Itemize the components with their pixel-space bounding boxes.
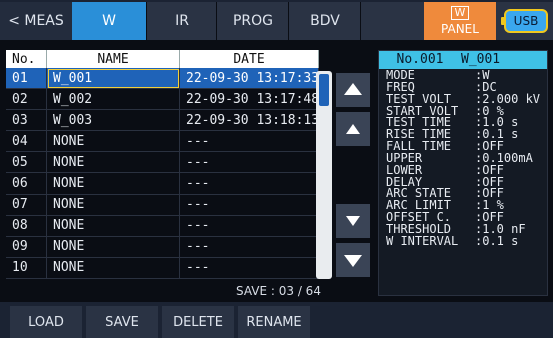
bottom-action-bar: LOAD SAVE DELETE RENAME [0, 302, 553, 338]
row-date: --- [179, 236, 319, 258]
save-count: SAVE : 03 / 64 [236, 284, 321, 298]
tab-empty [360, 2, 425, 40]
line-up-button[interactable] [336, 112, 370, 146]
row-name: NONE [46, 172, 180, 195]
double-up-arrow-icon [344, 83, 362, 95]
row-name: NONE [46, 215, 180, 237]
page-down-button[interactable] [336, 243, 370, 277]
table-row[interactable]: 03 W_003 22-09-30 13:18:13 [6, 109, 319, 132]
tab-bdv[interactable]: BDV [288, 2, 361, 40]
row-no: 05 [6, 151, 47, 174]
page-up-button[interactable] [336, 73, 370, 107]
row-no: 03 [6, 109, 47, 132]
double-down-arrow-icon [344, 255, 362, 267]
table-row[interactable]: 01 W_001 22-09-30 13:17:33 [6, 68, 319, 90]
file-detail-panel: No.001 W_001 MODE:W FREQ:DC TEST VOLT:2.… [378, 50, 548, 296]
row-name: NONE [46, 151, 180, 174]
row-date: --- [179, 194, 319, 216]
detail-header: No.001 W_001 [379, 51, 547, 69]
panel-label: PANEL [441, 22, 479, 36]
table-row[interactable]: 10 NONE --- [6, 257, 319, 280]
tab-w[interactable]: W [72, 2, 146, 40]
tab-meas[interactable]: < MEAS [0, 2, 73, 40]
table-row[interactable]: 08 NONE --- [6, 215, 319, 237]
row-name: NONE [46, 257, 180, 280]
header-no: No. [6, 50, 47, 68]
param-key: W INTERVAL [386, 233, 459, 248]
row-no: 01 [6, 68, 47, 90]
table-row[interactable]: 09 NONE --- [6, 236, 319, 258]
row-date: --- [179, 130, 319, 153]
delete-button[interactable]: DELETE [162, 306, 234, 338]
line-down-button[interactable] [336, 204, 370, 238]
table-row[interactable]: 07 NONE --- [6, 194, 319, 216]
table-header-row: No. NAME DATE [6, 50, 319, 68]
header-name: NAME [46, 50, 180, 68]
row-date: 22-09-30 13:18:13 [179, 109, 319, 132]
panel-button[interactable]: W PANEL [424, 2, 496, 40]
row-no: 09 [6, 236, 47, 258]
down-arrow-icon [346, 216, 360, 226]
tab-prog[interactable]: PROG [216, 2, 289, 40]
row-date: --- [179, 215, 319, 237]
table-row[interactable]: 02 W_002 22-09-30 13:17:48 [6, 88, 319, 111]
row-date: --- [179, 151, 319, 174]
usb-label: USB [513, 14, 539, 28]
param-value: :0.1 s [475, 233, 519, 248]
row-name: W_002 [46, 88, 180, 111]
row-name: NONE [46, 236, 180, 258]
param-row: W INTERVAL :0.1 s [386, 233, 540, 248]
table-row[interactable]: 04 NONE --- [6, 130, 319, 153]
row-date: --- [179, 257, 319, 280]
row-name: W_003 [46, 109, 180, 132]
row-no: 07 [6, 194, 47, 216]
row-date: --- [179, 172, 319, 195]
panel-mode-indicator: W [450, 6, 470, 20]
detail-file-name: W_001 [461, 52, 501, 67]
usb-button[interactable]: USB [501, 9, 548, 33]
header-date: DATE [179, 50, 319, 68]
up-arrow-icon [346, 124, 360, 134]
tab-ir[interactable]: IR [146, 2, 217, 40]
row-no: 06 [6, 172, 47, 195]
scrollbar-thumb[interactable] [319, 74, 329, 106]
table-row[interactable]: 05 NONE --- [6, 151, 319, 174]
row-date: 22-09-30 13:17:33 [179, 68, 319, 90]
row-name: NONE [46, 194, 180, 216]
row-name: W_001 [46, 68, 180, 90]
load-button[interactable]: LOAD [10, 306, 82, 338]
row-date: 22-09-30 13:17:48 [179, 88, 319, 111]
top-tab-bar: < MEAS W IR PROG BDV W PANEL USB [0, 0, 553, 40]
row-no: 10 [6, 257, 47, 280]
row-no: 08 [6, 215, 47, 237]
table-row[interactable]: 06 NONE --- [6, 172, 319, 195]
row-name: NONE [46, 130, 180, 153]
detail-params: MODE:W FREQ:DC TEST VOLT:2.000 kV START … [386, 69, 540, 248]
row-no: 02 [6, 88, 47, 111]
table-scrollbar[interactable] [316, 71, 332, 279]
rename-button[interactable]: RENAME [238, 306, 310, 338]
file-table: No. NAME DATE 01 W_001 22-09-30 13:17:33… [6, 50, 319, 280]
detail-file-number: No.001 [396, 52, 444, 67]
usb-area: USB [496, 2, 553, 40]
save-button[interactable]: SAVE [86, 306, 158, 338]
row-no: 04 [6, 130, 47, 153]
